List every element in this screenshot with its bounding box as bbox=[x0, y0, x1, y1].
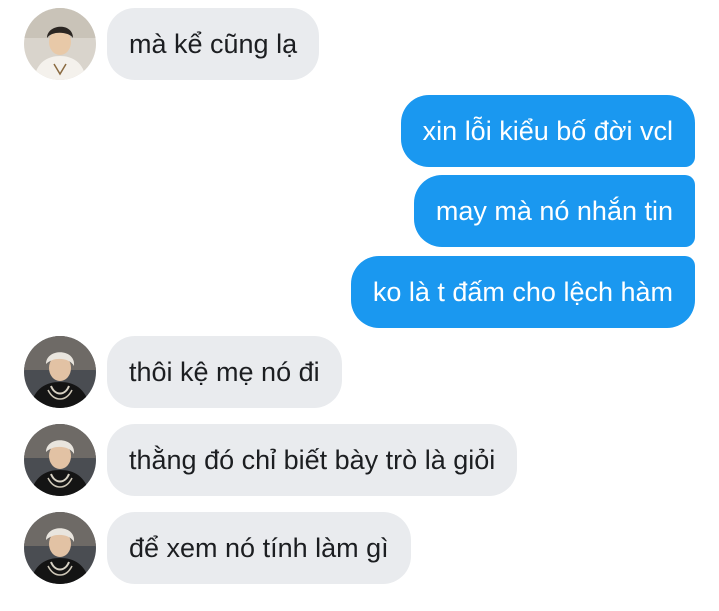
chat-thread: mà kể cũng lạ xin lỗi kiểu bố đời vcl ma… bbox=[0, 0, 719, 611]
person-black-outfit-icon bbox=[24, 424, 96, 496]
outgoing-message-bubble[interactable]: xin lỗi kiểu bố đời vcl bbox=[400, 95, 695, 167]
incoming-message-bubble[interactable]: thôi kệ mẹ nó đi bbox=[107, 336, 342, 408]
avatar[interactable] bbox=[24, 336, 96, 408]
incoming-message-bubble[interactable]: thằng đó chỉ biết bày trò là giỏi bbox=[107, 424, 518, 496]
incoming-message-bubble[interactable]: để xem nó tính làm gì bbox=[107, 512, 411, 584]
person-black-outfit-icon bbox=[24, 336, 96, 408]
outgoing-message-bubble[interactable]: ko là t đấm cho lệch hàm bbox=[350, 256, 695, 328]
person-black-outfit-icon bbox=[24, 512, 96, 584]
incoming-message-bubble[interactable]: mà kể cũng lạ bbox=[107, 8, 320, 80]
avatar[interactable] bbox=[24, 424, 96, 496]
outgoing-message-bubble[interactable]: may mà nó nhắn tin bbox=[413, 175, 695, 247]
avatar[interactable] bbox=[24, 512, 96, 584]
avatar[interactable] bbox=[24, 8, 96, 80]
person-white-shirt-icon bbox=[24, 8, 96, 80]
